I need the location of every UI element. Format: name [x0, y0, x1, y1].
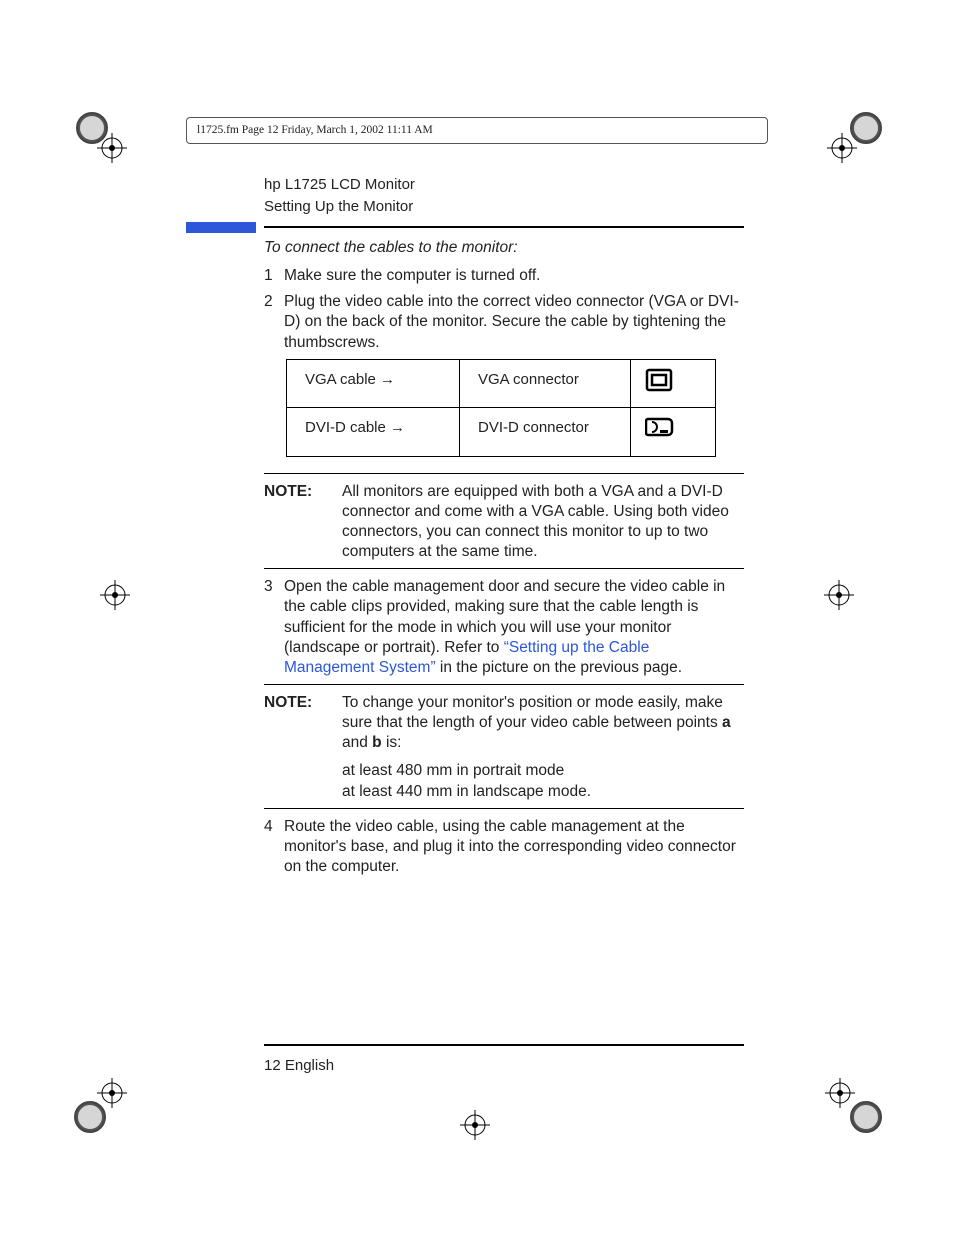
cropmark-icon — [72, 108, 132, 168]
note-block: NOTE: To change your monitor's position … — [264, 693, 744, 753]
intro-text: To connect the cables to the monitor: — [264, 238, 744, 258]
note-label: NOTE: — [264, 482, 342, 563]
dvi-d-connector-icon — [645, 416, 675, 444]
table-row: DVI-D cable → DVI-D connector — [287, 408, 716, 457]
separator-rule — [264, 684, 744, 685]
dvi-connector-label: DVI-D connector — [478, 419, 589, 436]
connector-table: VGA cable → VGA connector DVI-D cable → … — [286, 359, 716, 457]
note-measurement-portrait: at least 480 mm in portrait mode — [342, 761, 744, 781]
page-body: hp L1725 LCD Monitor Setting Up the Moni… — [264, 175, 744, 883]
note-block: NOTE: All monitors are equipped with bot… — [264, 482, 744, 563]
step-3: 3 Open the cable management door and sec… — [264, 577, 744, 678]
step-2: 2 Plug the video cable into the correct … — [264, 292, 744, 352]
step-text: Make sure the computer is turned off. — [284, 266, 744, 286]
vga-connector-icon — [645, 368, 673, 398]
note-label: NOTE: — [264, 693, 342, 753]
step-number: 4 — [264, 817, 284, 877]
dvi-cable-label: DVI-D cable → — [305, 419, 405, 436]
cropmark-icon — [824, 580, 854, 610]
footer-rule — [264, 1044, 744, 1046]
point-a-label: a — [722, 714, 731, 731]
separator-rule — [264, 568, 744, 569]
note-text: To change your monitor's position or mod… — [342, 693, 744, 753]
doc-section: Setting Up the Monitor — [264, 197, 744, 217]
step-4: 4 Route the video cable, using the cable… — [264, 817, 744, 877]
print-header: l1725.fm Page 12 Friday, March 1, 2002 1… — [186, 117, 768, 144]
header-rule — [264, 226, 744, 228]
vga-cable-label: VGA cable → — [305, 371, 395, 388]
step-number: 2 — [264, 292, 284, 352]
note-text: All monitors are equipped with both a VG… — [342, 482, 744, 563]
separator-rule — [264, 808, 744, 809]
step-text: Open the cable management door and secur… — [284, 577, 744, 678]
cropmark-icon — [822, 108, 882, 168]
step-number: 3 — [264, 577, 284, 678]
vga-connector-label: VGA connector — [478, 371, 579, 388]
doc-title: hp L1725 LCD Monitor — [264, 175, 744, 195]
point-b-label: b — [372, 734, 381, 751]
separator-rule — [264, 473, 744, 474]
table-row: VGA cable → VGA connector — [287, 359, 716, 408]
page-footer: 12 English — [264, 1056, 334, 1076]
cropmark-icon — [72, 1075, 132, 1135]
note-measurement-landscape: at least 440 mm in landscape mode. — [342, 782, 744, 802]
step-text: Route the video cable, using the cable m… — [284, 817, 744, 877]
step-1: 1 Make sure the computer is turned off. — [264, 266, 744, 286]
cropmark-icon — [460, 1110, 490, 1140]
cropmark-icon — [100, 580, 130, 610]
step-number: 1 — [264, 266, 284, 286]
cropmark-icon — [822, 1075, 882, 1135]
step-text: Plug the video cable into the correct vi… — [284, 292, 744, 352]
